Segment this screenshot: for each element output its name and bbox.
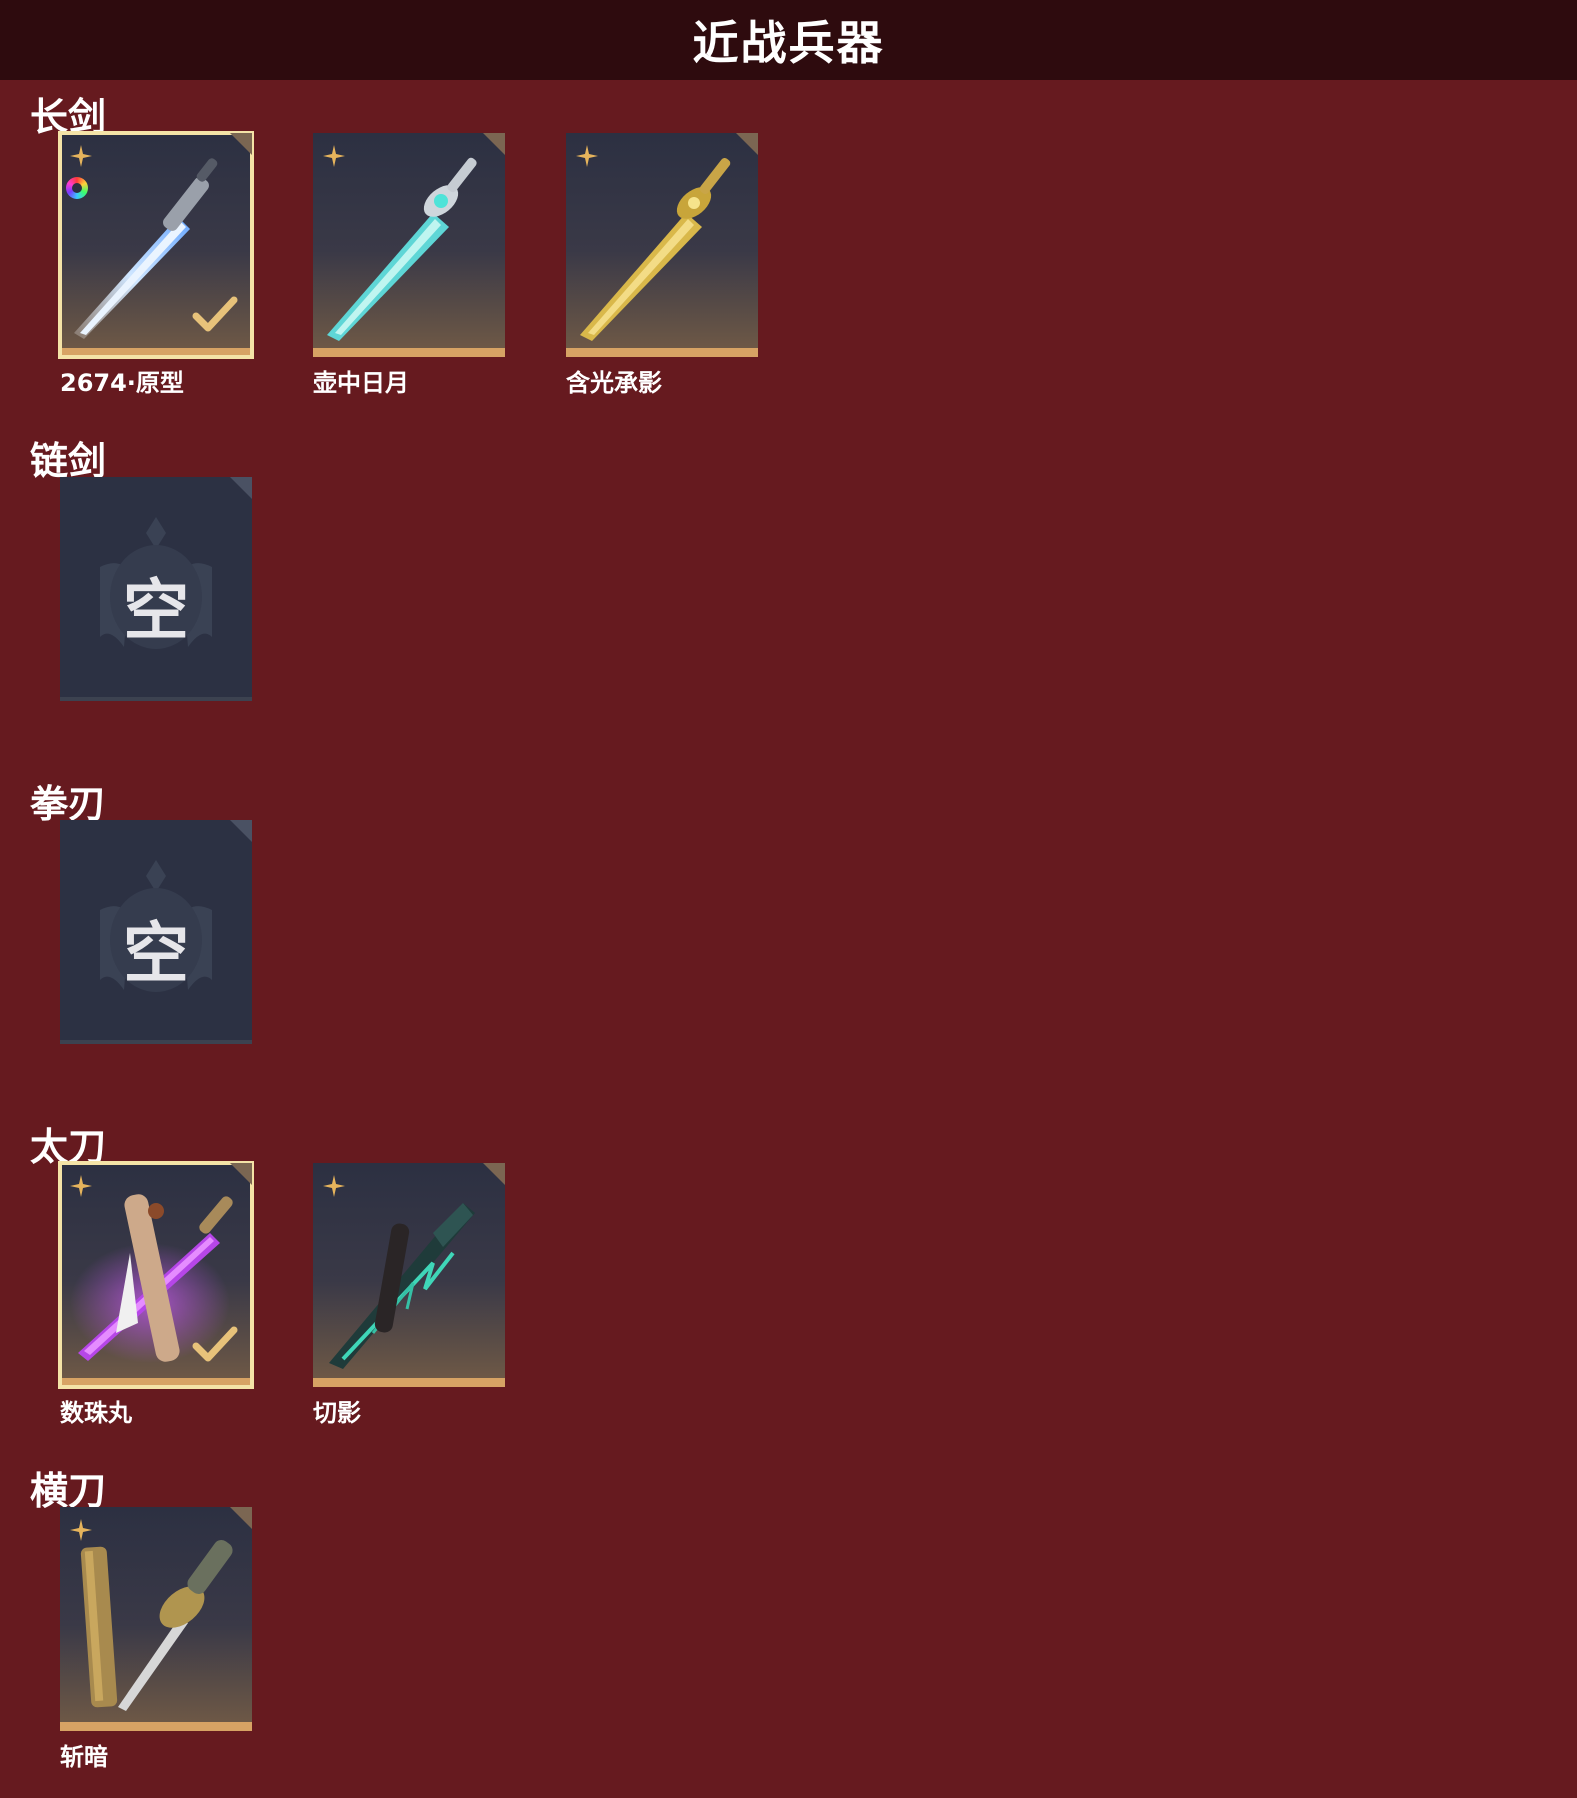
weapon-card[interactable] xyxy=(313,1163,505,1387)
weapon-name: 数珠丸 xyxy=(60,1399,132,1427)
weapon-name: 切影 xyxy=(313,1399,361,1427)
corner-tag-icon xyxy=(483,133,505,155)
color-wheel-icon xyxy=(66,177,88,199)
weapon-item[interactable]: 含光承影 xyxy=(566,133,758,397)
empty-card[interactable]: 空 xyxy=(60,477,252,701)
corner-tag-icon xyxy=(230,820,252,842)
empty-slot[interactable]: 空 xyxy=(60,477,252,701)
page-header: 近战兵器 xyxy=(0,0,1577,80)
rarity-star-icon xyxy=(70,1175,92,1197)
weapon-item[interactable]: 切影 xyxy=(313,1163,505,1427)
weapon-card[interactable] xyxy=(60,1507,252,1731)
weapon-name: 壶中日月 xyxy=(313,369,409,397)
corner-tag-icon xyxy=(230,133,252,155)
weapon-card[interactable] xyxy=(58,1161,254,1389)
rarity-star-icon xyxy=(576,145,598,167)
rarity-star-icon xyxy=(323,1175,345,1197)
corner-tag-icon xyxy=(483,1163,505,1185)
weapon-card[interactable] xyxy=(566,133,758,357)
corner-tag-icon xyxy=(230,477,252,499)
weapon-item[interactable]: 2674·原型 xyxy=(58,131,254,397)
page-title: 近战兵器 xyxy=(692,16,885,70)
weapon-item[interactable]: 数珠丸 xyxy=(58,1161,254,1427)
empty-label: 空 xyxy=(123,572,189,649)
empty-slot[interactable]: 空 xyxy=(60,820,252,1044)
weapon-name: 2674·原型 xyxy=(60,369,184,397)
rarity-star-icon xyxy=(70,1519,92,1541)
equipped-check-icon xyxy=(192,1326,238,1362)
weapon-card[interactable] xyxy=(313,133,505,357)
rarity-star-icon xyxy=(323,145,345,167)
corner-tag-icon xyxy=(230,1507,252,1529)
rarity-star-icon xyxy=(70,145,92,167)
weapon-item[interactable]: 壶中日月 xyxy=(313,133,505,397)
weapon-name: 斩暗 xyxy=(60,1743,108,1771)
weapon-name: 含光承影 xyxy=(566,369,662,397)
empty-label: 空 xyxy=(123,915,189,992)
empty-card[interactable]: 空 xyxy=(60,820,252,1044)
weapon-card[interactable] xyxy=(58,131,254,359)
equipped-check-icon xyxy=(192,296,238,332)
weapon-item[interactable]: 斩暗 xyxy=(60,1507,252,1771)
corner-tag-icon xyxy=(736,133,758,155)
corner-tag-icon xyxy=(230,1163,252,1185)
